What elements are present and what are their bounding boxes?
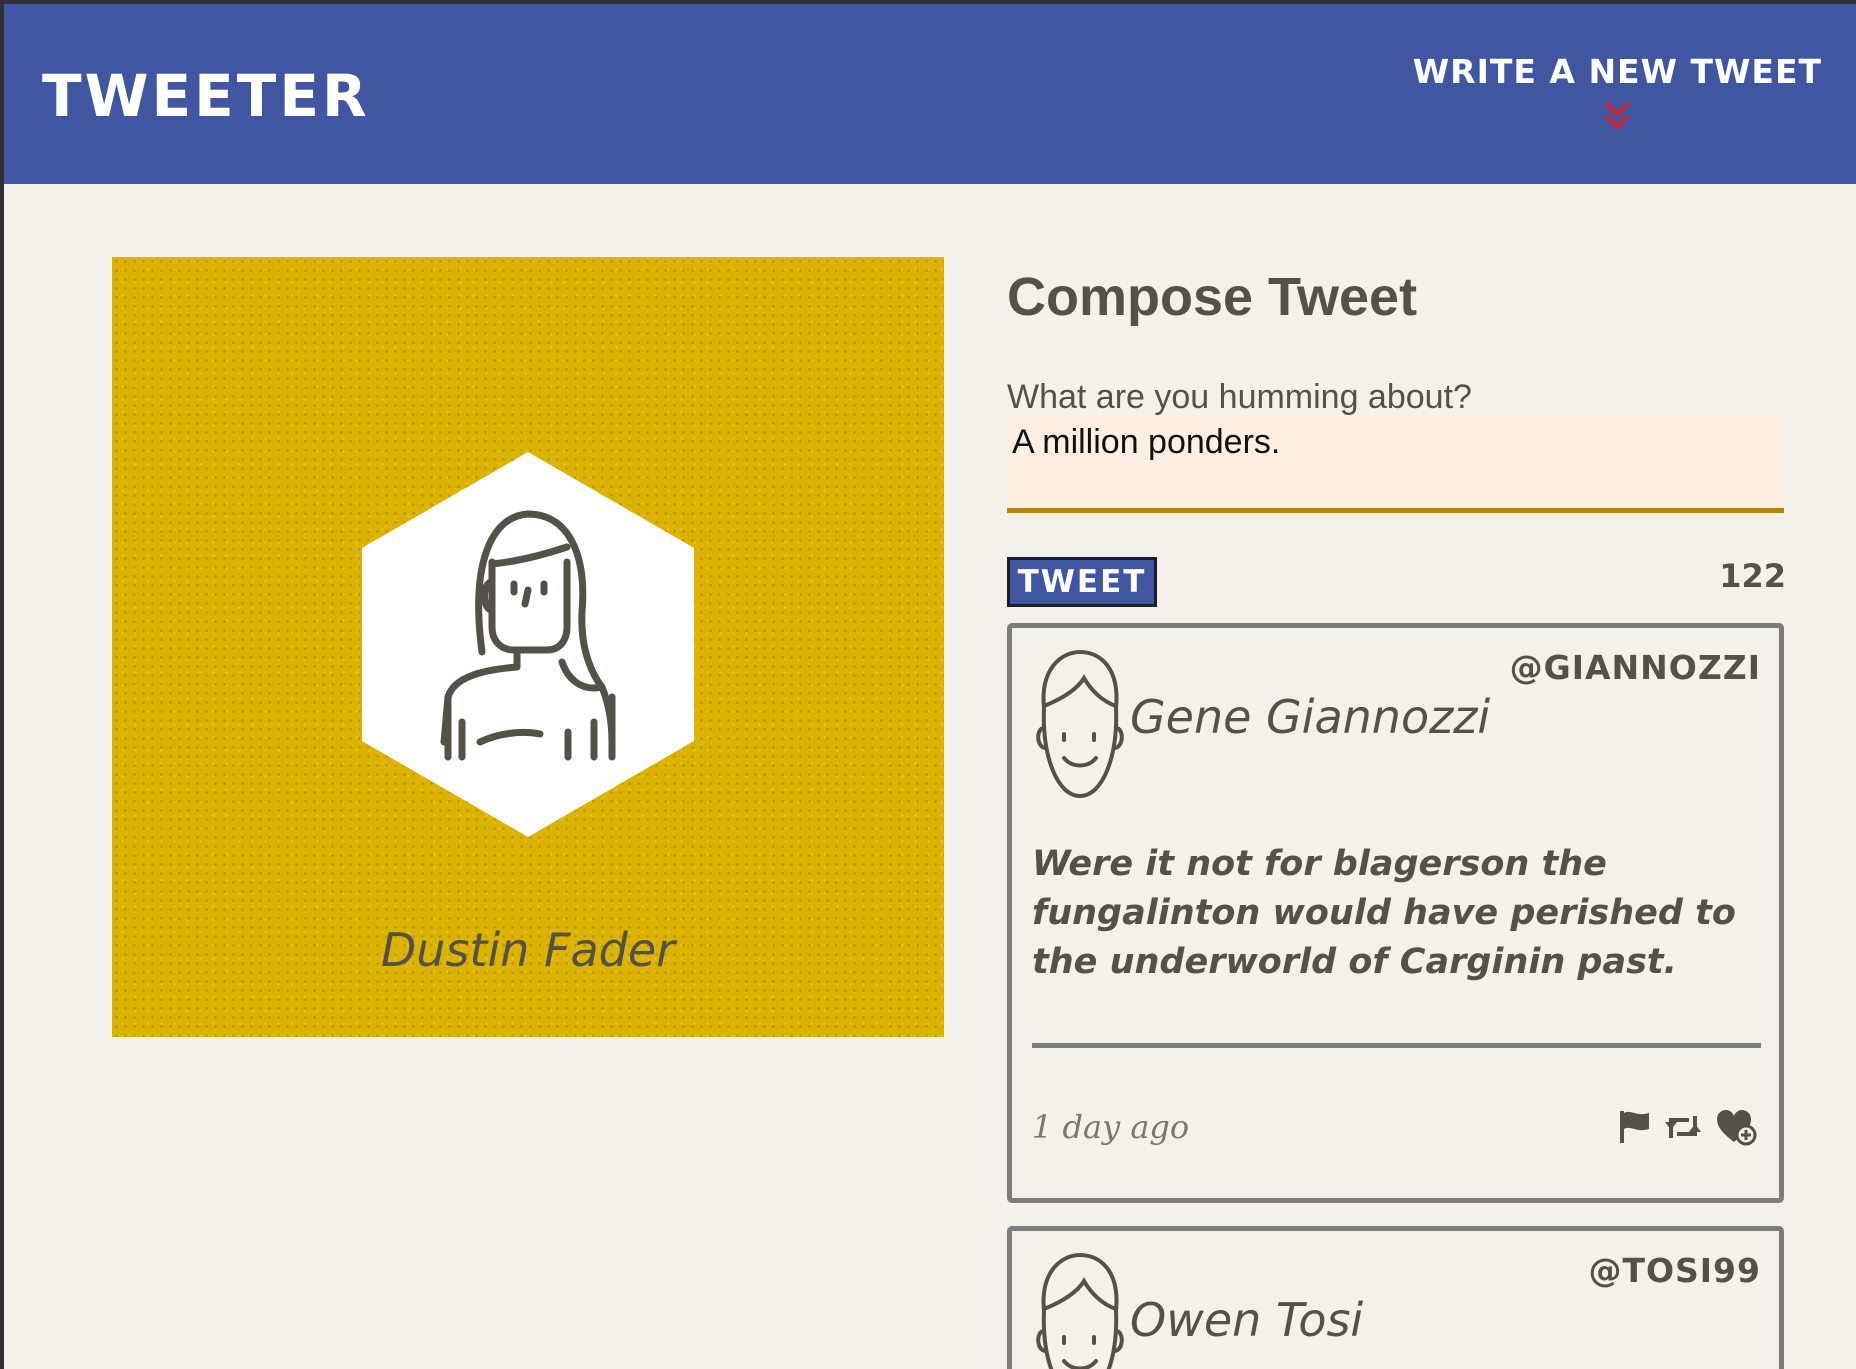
write-new-tweet-label: WRITE A NEW TWEET xyxy=(1412,52,1822,91)
brand-logo[interactable]: TWEETER xyxy=(42,62,370,130)
tweet-author-handle: @GIANNOZZI xyxy=(1509,648,1761,687)
profile-name: Dustin Fader xyxy=(380,923,676,977)
tweet-text-value: A million ponders. xyxy=(1012,423,1281,461)
top-navbar: TWEETER WRITE A NEW TWEET xyxy=(4,4,1856,184)
compose-title: Compose Tweet xyxy=(1007,267,1418,327)
write-new-tweet-button[interactable]: WRITE A NEW TWEET xyxy=(1413,52,1822,133)
flag-icon[interactable] xyxy=(1617,1109,1651,1150)
double-chevron-down-icon xyxy=(1604,101,1630,130)
man-avatar-icon xyxy=(1036,649,1124,799)
man-avatar-icon xyxy=(1036,1252,1124,1369)
profile-card: Dustin Fader xyxy=(112,257,944,1037)
tweet-author-handle: @TOSI99 xyxy=(1588,1251,1761,1290)
tweet-submit-button[interactable]: TWEET xyxy=(1007,557,1157,607)
tweet-card: Gene Giannozzi @GIANNOZZI Were it not fo… xyxy=(1007,623,1784,1203)
compose-section: Compose Tweet What are you humming about… xyxy=(1007,266,1784,513)
tweet-author-name: Owen Tosi xyxy=(1130,1293,1364,1347)
tweet-card: Owen Tosi @TOSI99 xyxy=(1007,1226,1784,1369)
tweet-body: Were it not for blagerson the fungalinto… xyxy=(1032,844,1736,982)
character-counter: 122 xyxy=(1719,557,1786,595)
tweet-actions xyxy=(1617,1108,1757,1151)
tweet-divider xyxy=(1032,1043,1761,1048)
like-icon[interactable] xyxy=(1715,1108,1757,1151)
tweet-author-name: Gene Giannozzi xyxy=(1130,690,1491,744)
tweet-timestamp: 1 day ago xyxy=(1032,1108,1190,1146)
app-window: TWEETER WRITE A NEW TWEET Dustin Fader C… xyxy=(4,4,1856,1369)
woman-avatar-icon xyxy=(362,452,694,837)
compose-prompt-label: What are you humming about? xyxy=(1007,378,1472,416)
retweet-icon[interactable] xyxy=(1663,1112,1703,1147)
tweet-text-input[interactable]: A million ponders. xyxy=(1007,416,1784,513)
